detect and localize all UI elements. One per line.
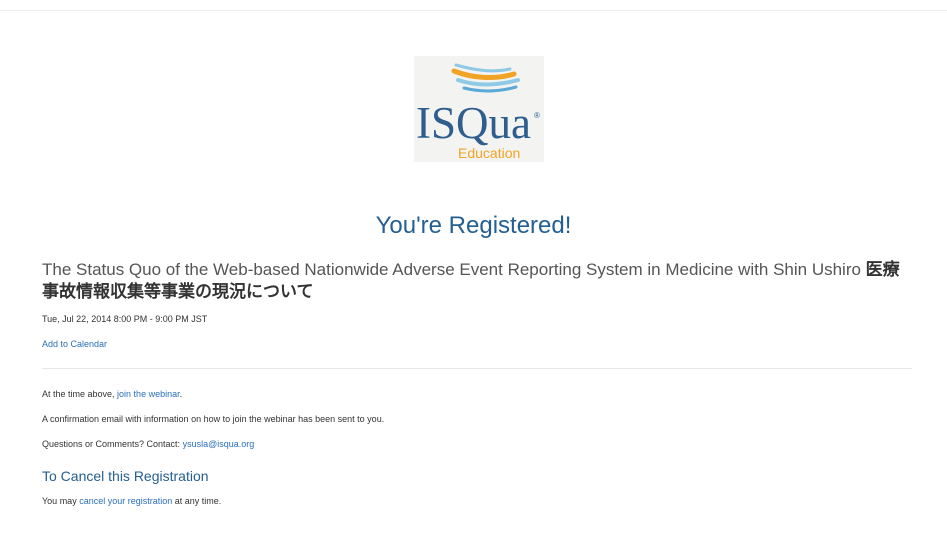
cancel-registration-link[interactable]: cancel your registration xyxy=(79,496,172,506)
event-title: The Status Quo of the Web-based Nationwi… xyxy=(42,259,902,303)
logo-registered-mark: ® xyxy=(534,111,540,120)
join-instructions: At the time above, join the webinar. xyxy=(42,389,182,399)
contact-line: Questions or Comments? Contact: ysusla@i… xyxy=(42,439,254,449)
cancel-prefix: You may xyxy=(42,496,80,506)
contact-email-link[interactable]: ysusla@isqua.org xyxy=(183,439,255,449)
event-title-english: The Status Quo of the Web-based Nationwi… xyxy=(42,260,866,279)
cancel-suffix: at any time. xyxy=(172,496,222,506)
isqua-education-logo: ISQua ® Education xyxy=(414,56,544,162)
page-title: You're Registered! xyxy=(375,212,572,240)
event-datetime: Tue, Jul 22, 2014 8:00 PM - 9:00 PM JST xyxy=(42,314,208,324)
join-suffix: . xyxy=(179,389,183,399)
logo-wordmark: ISQua xyxy=(416,98,531,148)
logo-subtitle: Education xyxy=(458,145,520,161)
logo-graphic: ISQua ® Education xyxy=(416,63,540,161)
join-prefix: At the time above, xyxy=(42,389,118,399)
add-to-calendar-link[interactable]: Add to Calendar xyxy=(42,339,107,349)
cancel-line: You may cancel your registration at any … xyxy=(42,496,221,506)
cancel-heading: To Cancel this Registration xyxy=(42,468,209,484)
contact-prefix: Questions or Comments? Contact: xyxy=(42,439,183,449)
section-divider xyxy=(42,368,912,369)
join-webinar-link[interactable]: join the webinar xyxy=(117,389,180,399)
confirmation-message: A confirmation email with information on… xyxy=(42,414,385,424)
top-divider xyxy=(0,10,947,11)
